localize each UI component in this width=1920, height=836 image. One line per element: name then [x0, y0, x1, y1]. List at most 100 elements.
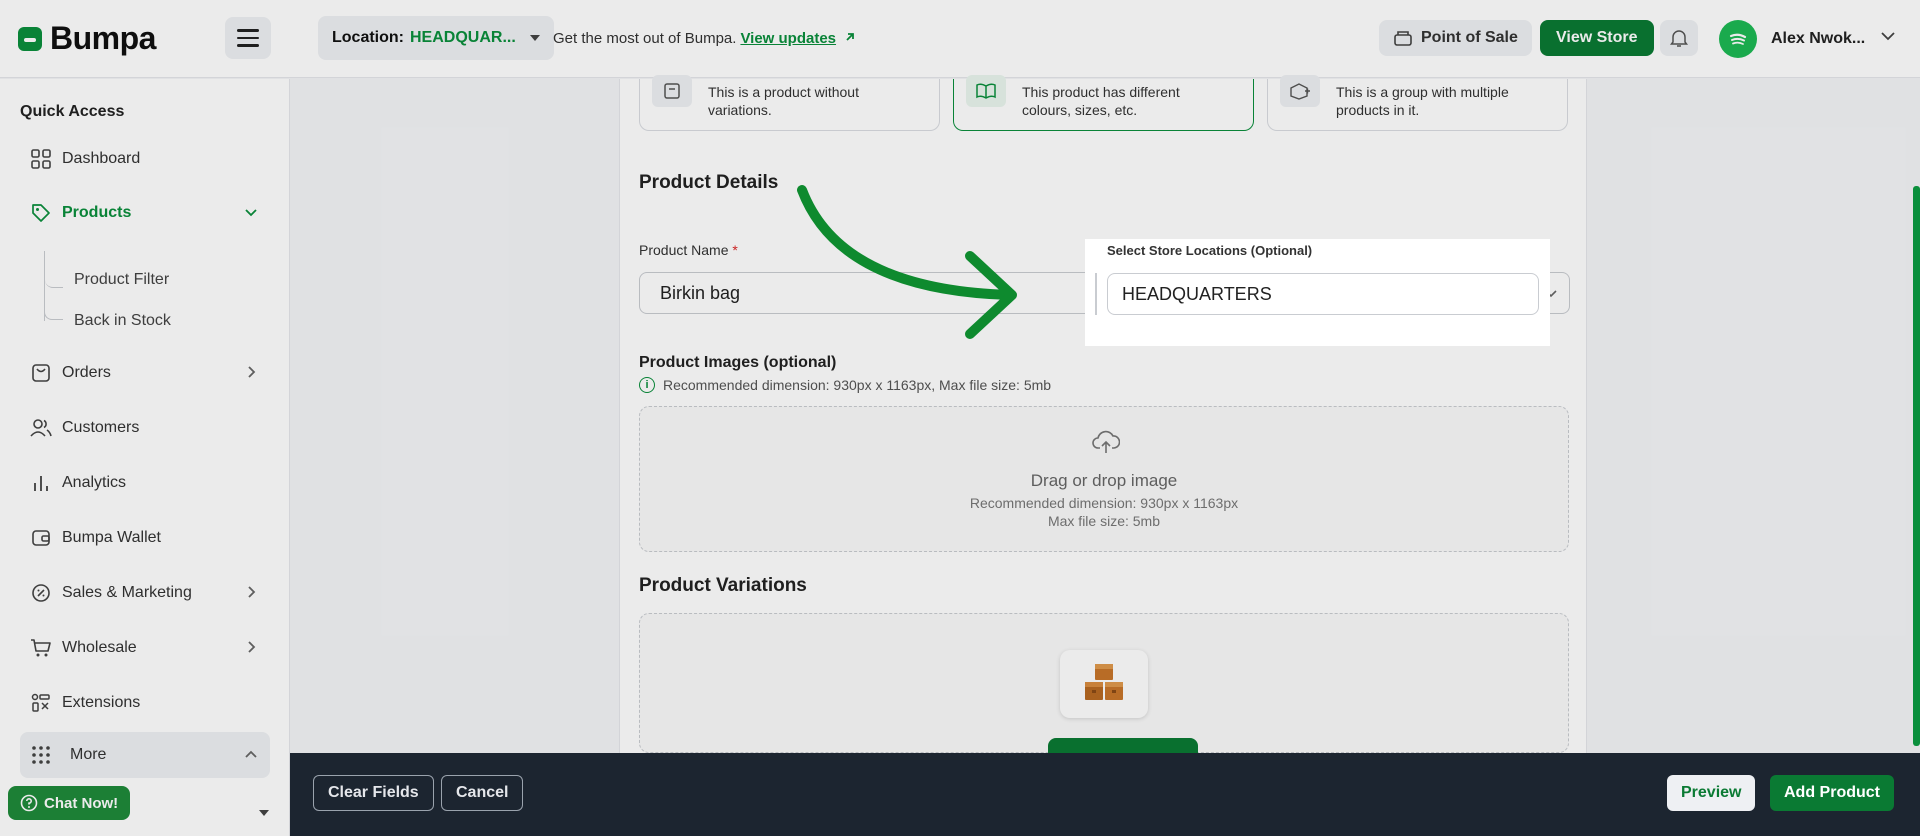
sidebar-subitem-back-in-stock[interactable]: Back in Stock	[74, 312, 171, 330]
bumpa-logo-icon	[18, 26, 42, 51]
bell-icon	[1670, 30, 1688, 47]
grid-dots-icon	[30, 744, 52, 766]
help-circle-icon	[20, 794, 38, 812]
wallet-icon	[30, 527, 52, 549]
store-locations-select[interactable]: HEADQUARTERS	[1107, 273, 1539, 315]
sidebar-subitem-product-filter[interactable]: Product Filter	[74, 271, 169, 289]
notifications-button[interactable]	[1660, 20, 1698, 56]
tutorial-arrow-icon	[797, 185, 1017, 339]
menu-bar-icon	[237, 44, 259, 47]
sidebar-item-label: Orders	[62, 364, 111, 381]
chevron-down-icon	[245, 209, 257, 217]
sidebar-item-label: More	[70, 746, 107, 763]
cloud-upload-icon	[1092, 430, 1120, 453]
product-name-label-text: Product Name	[639, 242, 729, 258]
product-variations-heading: Product Variations	[639, 575, 807, 596]
avatar[interactable]	[1719, 20, 1757, 58]
top-header: Bumpa Location: HEADQUAR... Get the most…	[0, 0, 1920, 78]
tag-icon	[30, 202, 52, 224]
submenu-tree-lines	[43, 251, 63, 321]
location-label: Location:	[332, 29, 404, 46]
quick-access-heading: Quick Access	[20, 103, 125, 120]
sidebar: Quick Access Dashboard Products Product …	[0, 79, 290, 836]
caret-down-icon	[529, 35, 540, 41]
location-value: HEADQUAR...	[410, 29, 516, 46]
pos-label: Point of Sale	[1421, 29, 1518, 46]
chevron-up-icon	[245, 750, 257, 758]
group-box-icon	[1280, 75, 1320, 107]
bottom-action-bar: Clear Fields Cancel Preview Add Product	[290, 753, 1920, 836]
product-type-simple[interactable]: This is a product without variations.	[639, 75, 940, 131]
required-marker: *	[732, 242, 738, 258]
image-dropzone[interactable]: Drag or drop image Recommended dimension…	[639, 406, 1569, 552]
sidebar-item-orders[interactable]: Orders	[20, 353, 270, 393]
caret-down-icon[interactable]	[258, 809, 270, 817]
product-name-label: Product Name *	[639, 242, 738, 258]
menu-bar-icon	[237, 29, 259, 32]
bumpa-logo[interactable]: Bumpa	[18, 20, 156, 57]
chevron-right-icon	[248, 586, 256, 598]
type-description: This product has different colours, size…	[1022, 84, 1180, 118]
view-store-button[interactable]: View Store	[1540, 20, 1654, 56]
bar-chart-icon	[30, 472, 52, 494]
sidebar-item-analytics[interactable]: Analytics	[20, 463, 270, 503]
add-product-button[interactable]: Add Product	[1770, 775, 1894, 811]
create-variations-button[interactable]	[1048, 738, 1198, 754]
product-details-heading: Product Details	[639, 172, 779, 193]
box-icon	[652, 75, 692, 107]
preview-button[interactable]: Preview	[1667, 775, 1756, 811]
chevron-down-icon[interactable]	[1880, 30, 1896, 42]
sidebar-item-label: Sales & Marketing	[62, 584, 192, 601]
product-type-variations[interactable]: This product has different colours, size…	[953, 75, 1254, 131]
sidebar-item-label: Wholesale	[62, 639, 137, 656]
sidebar-item-products[interactable]: Products	[20, 193, 270, 233]
sidebar-item-dashboard[interactable]: Dashboard	[20, 139, 270, 179]
view-updates-link[interactable]: View updates	[740, 30, 836, 47]
page-scrollbar[interactable]	[1913, 186, 1920, 746]
spotify-icon	[1729, 33, 1747, 45]
sidebar-item-wholesale[interactable]: Wholesale	[20, 628, 270, 668]
product-images-heading: Product Images (optional)	[639, 354, 837, 371]
open-book-icon	[966, 75, 1006, 107]
sidebar-item-customers[interactable]: Customers	[20, 408, 270, 448]
sidebar-item-label: Analytics	[62, 474, 127, 491]
user-name[interactable]: Alex Nwok...	[1771, 30, 1865, 48]
menu-bar-icon	[237, 36, 259, 40]
point-of-sale-button[interactable]: Point of Sale	[1379, 20, 1532, 56]
chat-now-button[interactable]: Chat Now!	[8, 786, 131, 820]
highlight-spotlight: Select Store Locations (Optional) HEADQU…	[1085, 239, 1550, 346]
sidebar-item-extensions[interactable]: Extensions	[20, 683, 270, 723]
orders-icon	[30, 362, 52, 384]
product-type-group[interactable]: This is a group with multiple products i…	[1267, 75, 1568, 131]
logo-text: Bumpa	[50, 20, 156, 56]
store-locations-label: Select Store Locations (Optional)	[1107, 243, 1313, 258]
cart-icon	[30, 637, 52, 659]
promo-text: Get the most out of Bumpa.	[553, 30, 737, 47]
sidebar-item-label: Extensions	[62, 694, 141, 711]
dropzone-title: Drag or drop image	[1030, 471, 1178, 490]
dashboard-icon	[30, 148, 52, 170]
sidebar-item-sales-marketing[interactable]: Sales & Marketing	[20, 573, 270, 613]
promo-banner: Get the most out of Bumpa. View updates	[553, 30, 856, 47]
sidebar-item-more[interactable]: More	[20, 732, 270, 778]
location-select[interactable]: Location: HEADQUAR...	[318, 16, 554, 60]
register-icon	[1394, 31, 1412, 46]
variations-placeholder	[639, 613, 1569, 754]
discount-icon	[30, 582, 52, 604]
extensions-icon	[30, 692, 52, 714]
dropzone-dimension: Recommended dimension: 930px x 1163px	[969, 495, 1239, 511]
sidebar-item-bumpa-wallet[interactable]: Bumpa Wallet	[20, 518, 270, 558]
chevron-right-icon	[248, 366, 256, 378]
sidebar-item-label: Products	[62, 204, 132, 221]
info-icon: i	[639, 377, 655, 393]
cancel-button[interactable]: Cancel	[441, 775, 524, 811]
clear-fields-button[interactable]: Clear Fields	[313, 775, 434, 811]
sidebar-item-label: Bumpa Wallet	[62, 529, 161, 546]
product-form-card: This is a product without variations. Th…	[619, 75, 1587, 754]
type-description: This is a product without variations.	[708, 84, 859, 118]
chat-now-label: Chat Now!	[44, 794, 119, 812]
dropzone-size: Max file size: 5mb	[1047, 513, 1161, 529]
users-icon	[30, 417, 52, 439]
arrow-up-right-icon	[846, 33, 855, 41]
hamburger-menu-button[interactable]	[225, 17, 271, 59]
